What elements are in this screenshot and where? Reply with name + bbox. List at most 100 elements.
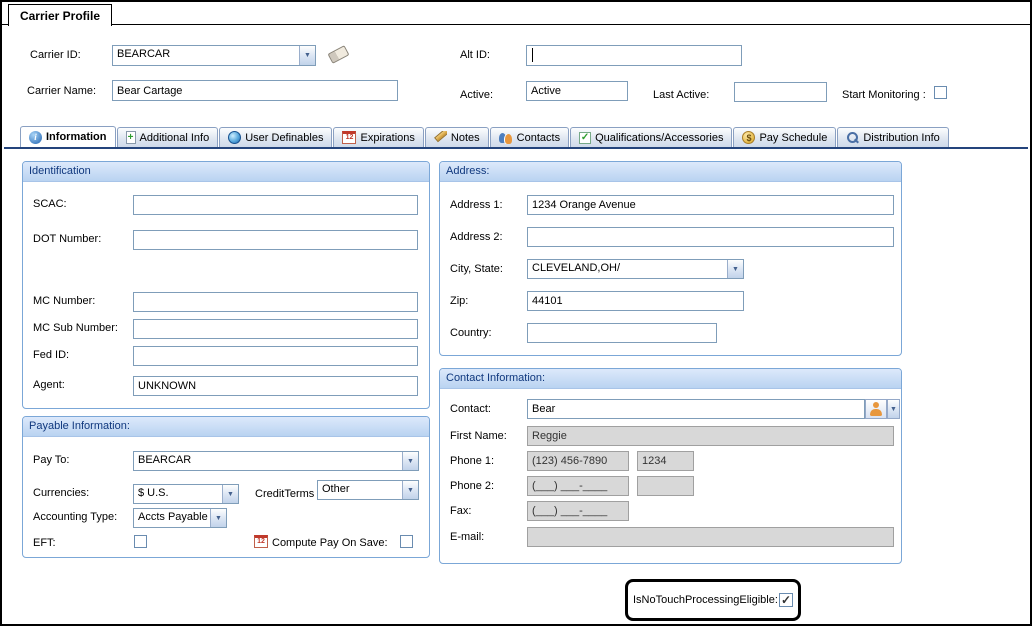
first-name-input (527, 426, 894, 446)
tab-user-definables[interactable]: User Definables (219, 127, 332, 147)
payable-information-header: Payable Information: (23, 417, 429, 437)
tab-information[interactable]: i Information (20, 126, 116, 147)
pay-to-combobox[interactable]: BEARCAR ▼ (133, 451, 419, 471)
mc-number-label: MC Number: (33, 295, 95, 307)
phone1-label: Phone 1: (450, 455, 494, 467)
text-caret (532, 48, 533, 62)
mc-sub-number-input[interactable] (133, 319, 418, 339)
dot-number-input[interactable] (133, 230, 418, 250)
carrier-name-input[interactable] (112, 80, 398, 101)
start-monitoring-label: Start Monitoring : (842, 89, 926, 101)
no-touch-processing-label: IsNoTouchProcessingEligible: (633, 594, 778, 606)
eraser-icon[interactable] (328, 45, 350, 64)
chevron-down-icon[interactable]: ▼ (210, 509, 226, 527)
address2-label: Address 2: (450, 231, 503, 243)
pay-to-value: BEARCAR (134, 452, 402, 470)
chevron-down-icon[interactable]: ▼ (887, 399, 900, 419)
info-icon: i (29, 131, 42, 144)
scac-input[interactable] (133, 195, 418, 215)
credit-terms-combobox[interactable]: Other ▼ (317, 480, 419, 500)
window-tab-carrier-profile[interactable]: Carrier Profile (8, 4, 112, 26)
carrier-id-label: Carrier ID: (30, 49, 81, 61)
contact-information-groupbox: Contact Information: Contact: ▼ First Na… (439, 368, 902, 564)
address1-input[interactable] (527, 195, 894, 215)
tab-pay-schedule[interactable]: $ Pay Schedule (733, 127, 836, 147)
tab-user-definables-label: User Definables (245, 132, 323, 144)
chevron-down-icon[interactable]: ▼ (727, 260, 743, 278)
last-active-label: Last Active: (653, 89, 709, 101)
compute-pay-on-save-label: Compute Pay On Save: (272, 537, 388, 549)
compute-pay-on-save-checkbox[interactable] (400, 535, 413, 548)
tab-expirations-label: Expirations (360, 132, 414, 144)
tab-qualifications-accessories[interactable]: ✓ Qualifications/Accessories (570, 127, 732, 147)
country-label: Country: (450, 327, 492, 339)
active-input[interactable] (526, 81, 628, 101)
credit-terms-value: Other (318, 481, 402, 499)
city-state-value: CLEVELAND,OH/ (528, 260, 727, 278)
first-name-label: First Name: (450, 430, 507, 442)
zip-label: Zip: (450, 295, 468, 307)
contact-input[interactable] (527, 399, 865, 419)
address-header: Address: (440, 162, 901, 182)
accounting-type-label: Accounting Type: (33, 511, 117, 523)
country-input[interactable] (527, 323, 717, 343)
active-label: Active: (460, 89, 493, 101)
address2-input[interactable] (527, 227, 894, 247)
carrier-id-combobox[interactable]: BEARCAR ▼ (112, 45, 316, 66)
zip-input[interactable] (527, 291, 744, 311)
eft-label: EFT: (33, 537, 56, 549)
mc-number-input[interactable] (133, 292, 418, 312)
city-state-combobox[interactable]: CLEVELAND,OH/ ▼ (527, 259, 744, 279)
eft-checkbox[interactable] (134, 535, 147, 548)
identification-header: Identification (23, 162, 429, 182)
currencies-label: Currencies: (33, 487, 89, 499)
tab-additional-info-label: Additional Info (140, 132, 210, 144)
phone2-ext-input (637, 476, 694, 496)
chevron-down-icon[interactable]: ▼ (402, 481, 418, 499)
carrier-id-value: BEARCAR (113, 46, 299, 65)
phone2-label: Phone 2: (450, 480, 494, 492)
carrier-name-label: Carrier Name: (27, 85, 96, 97)
fax-label: Fax: (450, 505, 471, 517)
accounting-type-combobox[interactable]: Accts Payable ▼ (133, 508, 227, 528)
contact-lookup-button[interactable] (865, 399, 887, 419)
phone1-input (527, 451, 629, 471)
tab-pay-schedule-label: Pay Schedule (759, 132, 827, 144)
payable-information-groupbox: Payable Information: Pay To: BEARCAR ▼ C… (22, 416, 430, 558)
tab-expirations[interactable]: 12 Expirations (333, 127, 423, 147)
carrier-profile-window: Carrier Profile Carrier ID: BEARCAR ▼ Al… (0, 0, 1032, 626)
tab-strip-underline (4, 147, 1028, 149)
contact-label: Contact: (450, 403, 491, 415)
agent-input[interactable] (133, 376, 418, 396)
currencies-value: $ U.S. (134, 485, 222, 503)
address-groupbox: Address: Address 1: Address 2: City, Sta… (439, 161, 902, 356)
no-touch-processing-checkbox[interactable]: ✓ (779, 593, 793, 607)
tab-distribution-info[interactable]: Distribution Info (837, 127, 948, 147)
tab-strip: i Information + Additional Info User Def… (20, 126, 949, 147)
currencies-combobox[interactable]: $ U.S. ▼ (133, 484, 239, 504)
tab-additional-info[interactable]: + Additional Info (117, 127, 219, 147)
city-state-label: City, State: (450, 263, 503, 275)
start-monitoring-checkbox[interactable] (934, 86, 947, 99)
chevron-down-icon[interactable]: ▼ (402, 452, 418, 470)
person-icon (869, 402, 883, 416)
fed-id-label: Fed ID: (33, 349, 69, 361)
globe-icon (228, 131, 241, 144)
tab-contacts-label: Contacts (517, 132, 560, 144)
search-icon (846, 131, 859, 144)
alt-id-input[interactable] (526, 45, 742, 66)
chevron-down-icon[interactable]: ▼ (299, 46, 315, 65)
chevron-down-icon[interactable]: ▼ (222, 485, 238, 503)
tab-information-label: Information (46, 131, 107, 143)
scac-label: SCAC: (33, 198, 67, 210)
address1-label: Address 1: (450, 199, 503, 211)
alt-id-label: Alt ID: (460, 49, 490, 61)
fed-id-input[interactable] (133, 346, 418, 366)
last-active-input[interactable] (734, 82, 827, 102)
people-icon (499, 131, 513, 144)
money-icon: $ (742, 131, 755, 144)
check-icon: ✓ (579, 132, 591, 144)
fax-input (527, 501, 629, 521)
tab-notes[interactable]: Notes (425, 127, 489, 147)
tab-contacts[interactable]: Contacts (490, 127, 569, 147)
